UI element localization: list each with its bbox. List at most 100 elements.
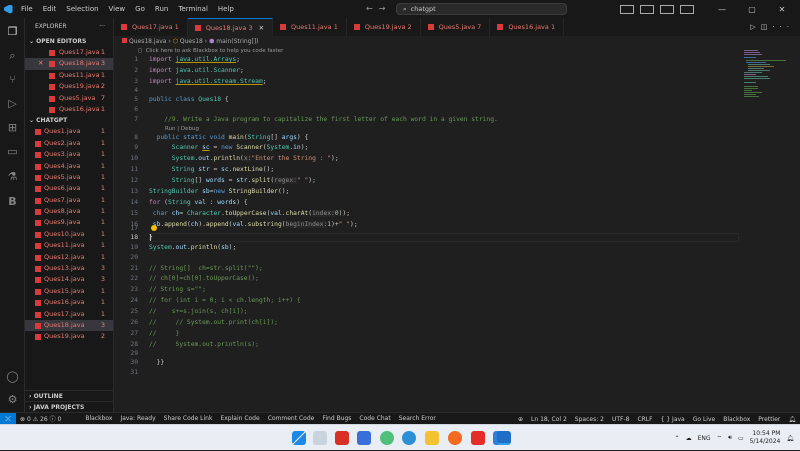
edge-icon[interactable]: [402, 431, 416, 445]
menu-edit[interactable]: Edit: [38, 0, 62, 18]
youtube-icon[interactable]: [471, 431, 485, 445]
file-tree-item[interactable]: Ques3.java 1: [25, 149, 113, 160]
forward-arrow-icon[interactable]: →: [379, 4, 392, 13]
open-editor-item[interactable]: ✕ Ques18.java 3: [25, 58, 113, 70]
status-item-left[interactable]: Blackbox: [81, 415, 116, 422]
file-tree-item[interactable]: Ques15.java 1: [25, 286, 113, 297]
open-editor-item[interactable]: Ques16.java 1: [25, 104, 113, 115]
editor-tab[interactable]: Ques11.java 1: [273, 18, 347, 36]
menu-terminal[interactable]: Terminal: [173, 0, 213, 18]
toggle-secondary-sidebar-icon[interactable]: [660, 4, 674, 14]
status-item-right[interactable]: Go Live: [689, 416, 719, 423]
blackbox-hint[interactable]: ▢ Click here to ask Blackbox to help you…: [138, 47, 283, 54]
lightbulb-icon[interactable]: [151, 225, 157, 231]
folder-header[interactable]: ⌄ CHATGPT: [25, 115, 113, 126]
acrobat-icon[interactable]: [335, 431, 349, 445]
minimize-icon[interactable]: —: [710, 5, 734, 14]
blackbox-icon[interactable]: B: [6, 195, 19, 208]
file-tree-item[interactable]: Ques6.java 1: [25, 183, 113, 194]
vscode-taskbar-icon[interactable]: [497, 431, 511, 445]
file-tree-item[interactable]: Ques5.java 1: [25, 172, 113, 183]
clock[interactable]: 10:54 PM 5/14/2024: [750, 430, 781, 446]
file-tree-item[interactable]: Ques1.java 1: [25, 126, 113, 137]
menu-help[interactable]: Help: [213, 0, 239, 18]
status-item-left[interactable]: Share Code Link: [160, 415, 217, 422]
file-tree-item[interactable]: Ques14.java 3: [25, 274, 113, 285]
onedrive-icon[interactable]: ☁: [686, 435, 692, 442]
status-item-right[interactable]: { } Java: [657, 416, 689, 423]
java-projects-header[interactable]: › JAVA PROJECTS: [25, 401, 114, 412]
notifications-bell-icon[interactable]: 🔔︎: [784, 416, 800, 423]
open-editor-item[interactable]: Ques5.java 7: [25, 93, 113, 104]
file-tree-item[interactable]: Ques10.java 1: [25, 229, 113, 240]
editor-tab[interactable]: Ques17.java 1: [114, 18, 188, 36]
menu-run[interactable]: Run: [150, 0, 173, 18]
status-item-left[interactable]: Find Bugs: [318, 415, 355, 422]
editor-tab[interactable]: Ques5.java 7: [421, 18, 491, 36]
command-center-search[interactable]: ⌕ chatgpt: [396, 3, 567, 15]
editor-tab[interactable]: Ques16.java 1: [490, 18, 565, 36]
file-explorer-icon[interactable]: [425, 431, 439, 445]
minimap[interactable]: [740, 47, 800, 412]
wifi-icon[interactable]: ⌔: [717, 434, 723, 442]
breadcrumb-file[interactable]: Ques18.java: [129, 38, 166, 45]
firefox-icon[interactable]: [448, 431, 462, 445]
zoom-icon[interactable]: ⊕: [514, 416, 527, 423]
settings-gear-icon[interactable]: ⚙: [6, 393, 19, 406]
breadcrumb-method[interactable]: main(String[]): [216, 38, 258, 45]
file-tree-item[interactable]: Ques16.java 1: [25, 297, 113, 308]
status-item-left[interactable]: Comment Code: [264, 415, 319, 422]
source-control-icon[interactable]: ⑂: [6, 73, 19, 86]
close-window-icon[interactable]: ✕: [770, 5, 794, 14]
volume-icon[interactable]: 🔊︎: [728, 434, 732, 442]
tray-overflow-icon[interactable]: ⌃: [675, 435, 680, 442]
file-tree-item[interactable]: Ques7.java 1: [25, 195, 113, 206]
editor-tab[interactable]: Ques19.java 2: [347, 18, 421, 36]
back-arrow-icon[interactable]: ←: [366, 4, 379, 13]
outline-header[interactable]: › OUTLINE: [25, 390, 114, 401]
run-debug-icon[interactable]: ▷: [6, 97, 19, 110]
status-item-right[interactable]: Blackbox: [719, 416, 754, 423]
file-tree-item[interactable]: Ques13.java 3: [25, 263, 113, 274]
status-item-right[interactable]: CRLF: [633, 416, 656, 423]
code-editor[interactable]: ▢ Click here to ask Blackbox to help you…: [114, 47, 740, 412]
close-tab-icon[interactable]: ✕: [259, 24, 264, 32]
close-editor-icon[interactable]: ✕: [38, 58, 43, 69]
menu-selection[interactable]: Selection: [61, 0, 103, 18]
toggle-primary-sidebar-icon[interactable]: [620, 4, 634, 14]
status-item-right[interactable]: Spaces: 2: [571, 416, 608, 423]
file-tree-item[interactable]: Ques18.java 3: [25, 319, 113, 332]
open-editor-item[interactable]: Ques11.java 1: [25, 70, 113, 81]
more-actions-icon[interactable]: ···: [99, 18, 105, 36]
battery-icon[interactable]: ▭: [738, 435, 744, 442]
search-view-icon[interactable]: ⌕: [6, 49, 19, 62]
status-item-left[interactable]: Code Chat: [355, 415, 394, 422]
notification-center-icon[interactable]: 🔔︎: [786, 435, 794, 442]
file-tree-item[interactable]: Ques12.java 1: [25, 252, 113, 263]
status-item-left[interactable]: Java: Ready: [116, 415, 159, 422]
windows-start-icon[interactable]: [292, 431, 306, 445]
file-tree-item[interactable]: Ques4.java 1: [25, 161, 113, 172]
codelens-run-debug[interactable]: Run | Debug: [165, 126, 199, 132]
extensions-icon[interactable]: ⊞: [6, 121, 19, 134]
customize-layout-icon[interactable]: [680, 4, 694, 14]
file-tree-item[interactable]: Ques9.java 1: [25, 217, 113, 228]
language-indicator[interactable]: ENG: [698, 435, 711, 442]
status-item-left[interactable]: Explain Code: [216, 415, 263, 422]
menu-go[interactable]: Go: [130, 0, 150, 18]
status-item-right[interactable]: Ln 18, Col 2: [527, 416, 571, 423]
menu-file[interactable]: File: [16, 0, 38, 18]
open-editors-header[interactable]: ⌄ OPEN EDITORS: [25, 36, 113, 47]
editor-tab[interactable]: Ques18.java 3 ✕: [187, 18, 274, 36]
open-editor-item[interactable]: Ques17.java 1: [25, 47, 113, 58]
testing-icon[interactable]: ⚗: [6, 170, 19, 183]
breadcrumb-class[interactable]: Ques18: [180, 38, 203, 45]
status-item-left[interactable]: Search Error: [395, 415, 440, 422]
file-tree-item[interactable]: Ques19.java 2: [25, 331, 113, 342]
file-tree-item[interactable]: Ques8.java 1: [25, 206, 113, 217]
account-icon[interactable]: ◯: [6, 370, 19, 383]
file-tree-item[interactable]: Ques11.java 1: [25, 240, 113, 251]
menu-view[interactable]: View: [104, 0, 131, 18]
explorer-icon[interactable]: ❐: [6, 25, 19, 38]
teams-icon[interactable]: [357, 431, 371, 445]
